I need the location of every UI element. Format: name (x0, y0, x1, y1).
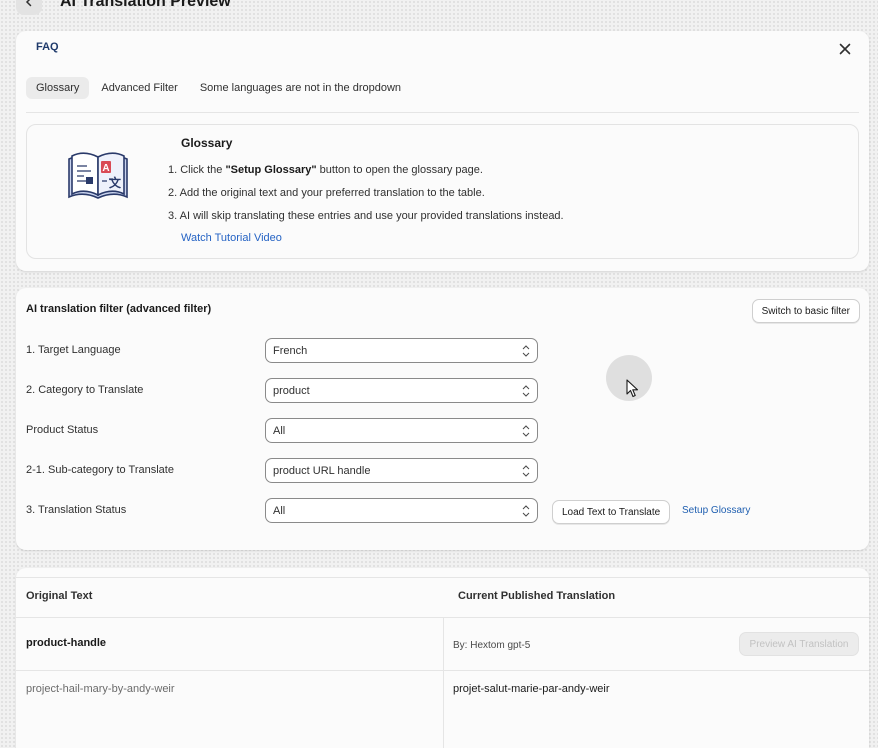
back-button[interactable] (16, 0, 42, 15)
glossary-step-3: 3. AI will skip translating these entrie… (168, 210, 564, 222)
select-arrows-icon (522, 465, 530, 477)
glossary-step-2: 2. Add the original text and your prefer… (168, 187, 485, 199)
close-icon (839, 43, 851, 55)
preview-ai-translation-button[interactable]: Preview AI Translation (739, 632, 859, 656)
product-status-select[interactable]: All (265, 418, 538, 443)
svg-text:文: 文 (109, 175, 122, 190)
original-text-cell: project-hail-mary-by-andy-weir (26, 683, 175, 695)
translation-status-select[interactable]: All (265, 498, 538, 523)
select-arrows-icon (522, 425, 530, 437)
close-faq-button[interactable] (839, 42, 853, 56)
select-arrows-icon (522, 345, 530, 357)
glossary-steps: 1. Click the "Setup Glossary" button to … (168, 163, 564, 232)
page-header: AI Translation Preview (16, 0, 231, 16)
svg-text:A: A (102, 163, 109, 174)
table-top-divider (16, 577, 869, 578)
subcategory-select[interactable]: product URL handle (265, 458, 538, 483)
translation-status-label: 3. Translation Status (26, 504, 127, 516)
tab-advanced-filter[interactable]: Advanced Filter (91, 77, 187, 99)
group-name: product-handle (26, 637, 107, 649)
watch-tutorial-link[interactable]: Watch Tutorial Video (181, 232, 282, 244)
category-label: 2. Category to Translate (26, 384, 144, 396)
dictionary-book-icon: A 文 (68, 152, 128, 199)
page-title: AI Translation Preview (60, 0, 231, 10)
tabs-divider (26, 112, 859, 113)
mouse-cursor-icon (626, 379, 639, 398)
chevron-left-icon (25, 0, 32, 7)
filter-card: AI translation filter (advanced filter) … (16, 288, 869, 550)
original-text-header: Original Text (26, 590, 93, 602)
product-status-label: Product Status (26, 424, 99, 436)
filter-title: AI translation filter (advanced filter) (26, 303, 212, 315)
faq-title: FAQ (36, 41, 59, 53)
load-text-button[interactable]: Load Text to Translate (552, 500, 671, 524)
translation-author: By: Hextom gpt-5 (453, 640, 531, 651)
switch-basic-filter-button[interactable]: Switch to basic filter (751, 299, 860, 323)
faq-card: FAQ Glossary Advanced Filter Some langua… (16, 31, 869, 271)
setup-glossary-link[interactable]: Setup Glossary (682, 505, 750, 516)
glossary-heading: Glossary (181, 136, 233, 150)
current-translation-header: Current Published Translation (458, 590, 616, 602)
column-divider (443, 618, 444, 748)
target-language-select[interactable]: French (265, 338, 538, 363)
select-arrows-icon (522, 505, 530, 517)
subcategory-label: 2-1. Sub-category to Translate (26, 464, 174, 476)
glossary-panel: A 文 Glossary 1. Click the "Setup Glossar… (26, 124, 859, 259)
faq-tabs: Glossary Advanced Filter Some languages … (26, 77, 411, 99)
glossary-step-1: 1. Click the "Setup Glossary" button to … (168, 164, 483, 176)
translation-cell[interactable]: projet-salut-marie-par-andy-weir (453, 683, 610, 695)
tab-glossary[interactable]: Glossary (26, 77, 90, 99)
select-arrows-icon (522, 385, 530, 397)
tab-missing-languages[interactable]: Some languages are not in the dropdown (190, 77, 411, 99)
category-select[interactable]: product (265, 378, 538, 403)
target-language-label: 1. Target Language (26, 344, 121, 356)
translation-table: Original Text Current Published Translat… (16, 568, 869, 748)
row-divider (16, 670, 869, 671)
